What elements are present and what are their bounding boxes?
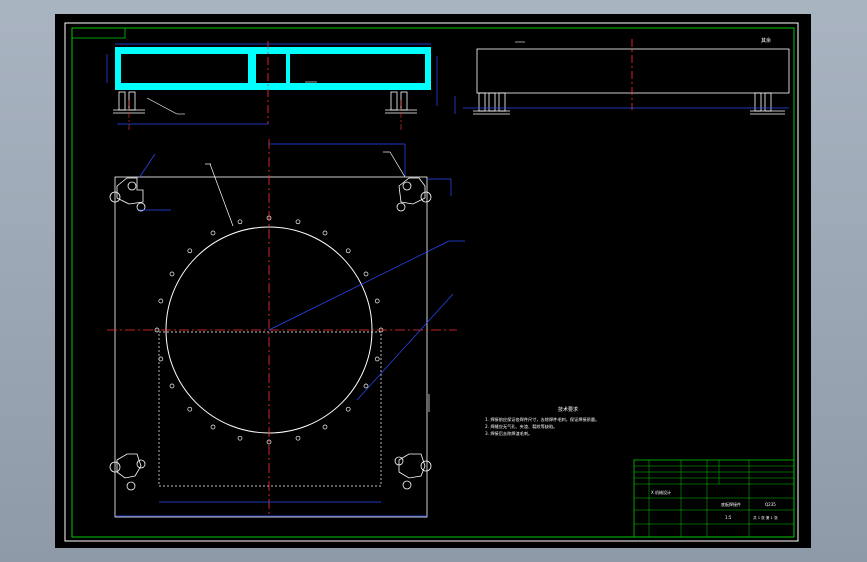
technical-notes: 技术要求 1. 焊接前应保证各焊件尺寸，去除焊件毛刺，保证焊接质量。 2. 焊缝…	[485, 406, 599, 437]
frame-section-cavity-center	[265, 54, 288, 83]
bolt-hole	[169, 383, 175, 389]
bolt-hole	[187, 406, 193, 412]
bolt-hole	[169, 271, 175, 277]
frame-section-cavity-left	[121, 54, 248, 83]
bolt-hole	[363, 271, 369, 277]
bolt-hole	[237, 219, 243, 225]
bolt-hole	[374, 298, 380, 304]
bolt-hole	[374, 356, 380, 362]
frame-section-cavity-mid	[255, 54, 265, 83]
notes-title: 技术要求	[558, 406, 578, 413]
cad-viewport[interactable]: 技术要求 1. 焊接前应保证各焊件尺寸，去除焊件毛刺，保证焊接质量。 2. 焊缝…	[55, 14, 811, 548]
inner-frame	[71, 27, 795, 538]
cad-drawing-canvas: 技术要求 1. 焊接前应保证各焊件尺寸，去除焊件毛刺，保证焊接质量。 2. 焊缝…	[64, 22, 799, 542]
surface-finish-note: 其余	[761, 37, 771, 44]
note-line-3: 3. 焊接后去除焊渣毛刺。	[485, 430, 532, 437]
bolt-hole	[158, 356, 164, 362]
outer-frame	[64, 22, 799, 542]
bolt-hole	[210, 230, 216, 236]
bolt-hole	[187, 248, 193, 254]
project-name: X 机械设计	[651, 489, 671, 495]
drawing-number-box	[71, 27, 126, 39]
title-block: 底板焊接件 Q235 1:5 共 1 张 第 1 张 X 机械设计	[633, 459, 795, 538]
plate-outline	[114, 176, 428, 518]
sheet-count: 共 1 张 第 1 张	[753, 515, 778, 520]
note-line-1: 1. 焊接前应保证各焊件尺寸，去除焊件毛刺，保证焊接质量。	[485, 416, 599, 423]
frame-section-cavity-right	[288, 54, 425, 83]
side-view	[454, 39, 790, 115]
bolt-hole	[158, 298, 164, 304]
bolt-hole	[322, 424, 328, 430]
bolt-hole	[345, 406, 351, 412]
material: Q235	[765, 502, 776, 507]
drawing-name: 底板焊接件	[721, 501, 741, 507]
bolt-hole	[295, 435, 301, 441]
bolt-hole	[295, 219, 301, 225]
note-line-2: 2. 焊缝应无气孔、夹渣、裂纹等缺陷。	[485, 423, 557, 430]
bolt-hole	[322, 230, 328, 236]
front-legs	[113, 91, 417, 114]
bolt-hole	[237, 435, 243, 441]
bolt-hole	[210, 424, 216, 430]
bolt-hole	[363, 383, 369, 389]
bolt-hole	[345, 248, 351, 254]
plan-view	[107, 139, 465, 518]
scale: 1:5	[725, 515, 732, 520]
front-view	[106, 41, 438, 132]
